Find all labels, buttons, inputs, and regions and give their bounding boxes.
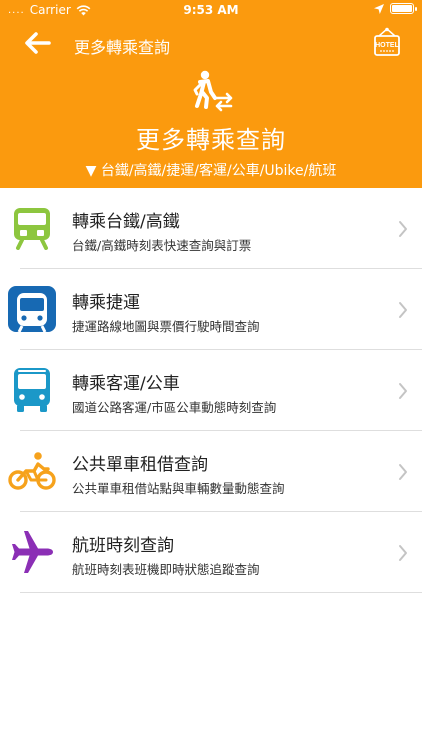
item-title: 轉乘台鐵/高鐵 — [72, 212, 180, 232]
bicycle-icon — [8, 452, 56, 490]
item-title: 航班時刻查詢 — [72, 536, 174, 556]
item-title: 轉乘捷運 — [72, 293, 140, 313]
hotel-button[interactable]: HOTEL — [374, 27, 400, 57]
item-description: 國道公路客運/市區公車動態時刻查詢 — [72, 400, 277, 415]
hero-title: 更多轉乘查詢 — [136, 126, 286, 154]
divider — [20, 592, 422, 593]
nav-bar: 更多轉乘查詢 HOTEL — [0, 26, 422, 62]
chevron-right-icon — [399, 302, 407, 318]
list-item-bus[interactable]: 轉乘客運/公車 國道公路客運/市區公車動態時刻查詢 — [0, 350, 422, 431]
hotel-sign-text: HOTEL — [375, 42, 399, 49]
battery-icon — [390, 3, 417, 14]
list-item-mrt[interactable]: 轉乘捷運 捷運路線地圖與票價行駛時間查詢 — [0, 269, 422, 350]
list-item-bike[interactable]: 公共單車租借查詢 公共單車租借站點與車輛數量動態查詢 — [0, 431, 422, 512]
chevron-right-icon — [399, 383, 407, 399]
item-title: 轉乘客運/公車 — [72, 374, 180, 394]
chevron-right-icon — [399, 221, 407, 237]
chevron-right-icon — [399, 545, 407, 561]
pedestrian-transfer-icon — [193, 70, 233, 112]
list-item-flight[interactable]: 航班時刻查詢 航班時刻表班機即時狀態追蹤查詢 — [0, 512, 422, 593]
item-description: 台鐵/高鐵時刻表快速查詢與訂票 — [72, 238, 252, 253]
metro-icon — [8, 286, 56, 332]
train-icon — [14, 208, 50, 250]
item-description: 航班時刻表班機即時狀態追蹤查詢 — [72, 562, 260, 577]
item-description: 公共單車租借站點與車輛數量動態查詢 — [72, 481, 285, 496]
status-time: 9:53 AM — [183, 3, 239, 17]
header: .... Carrier 9:53 AM 更多轉乘查詢 HOTEL 更多轉乘查詢… — [0, 0, 422, 188]
list-item-rail[interactable]: 轉乘台鐵/高鐵 台鐵/高鐵時刻表快速查詢與訂票 — [0, 188, 422, 269]
hero-subtitle: ▼ 台鐵/高鐵/捷運/客運/公車/Ubike/航班 — [85, 163, 337, 179]
location-arrow-icon — [374, 3, 384, 14]
status-bar: .... Carrier 9:53 AM — [0, 0, 422, 22]
hotel-sign-icon: HOTEL — [374, 27, 400, 56]
bus-icon — [14, 368, 50, 412]
arrow-left-icon — [25, 32, 51, 54]
item-description: 捷運路線地圖與票價行駛時間查詢 — [72, 319, 260, 334]
transfer-list: 轉乘台鐵/高鐵 台鐵/高鐵時刻表快速查詢與訂票 轉乘捷運 捷運路線地圖與票價行駛… — [0, 188, 422, 593]
back-button[interactable] — [22, 28, 52, 58]
chevron-right-icon — [399, 464, 407, 480]
nav-title: 更多轉乘查詢 — [74, 38, 171, 57]
item-title: 公共單車租借查詢 — [72, 455, 208, 475]
airplane-icon — [12, 531, 53, 573]
